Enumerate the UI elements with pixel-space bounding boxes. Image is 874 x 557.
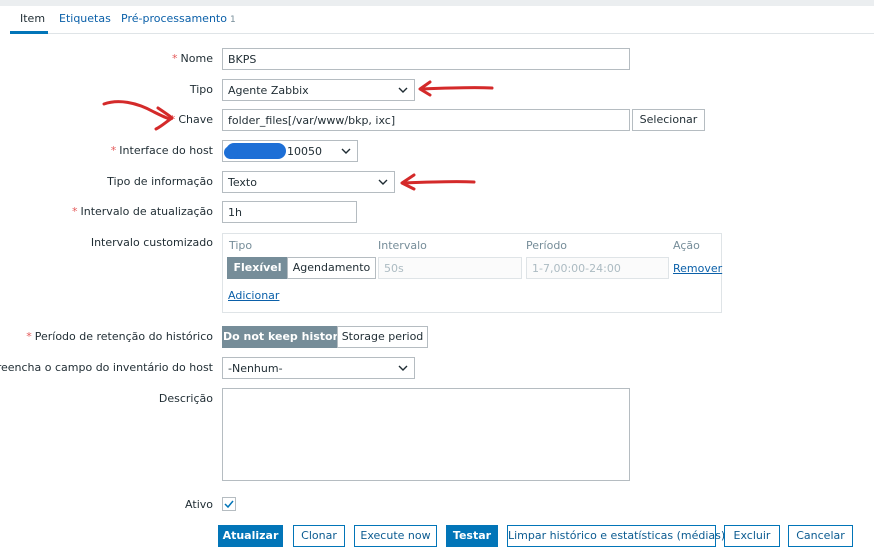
key-input[interactable]: folder_files[/var/www/bkp, ixc] (222, 109, 630, 131)
key-label: * Chave (169, 113, 213, 126)
tab-preprocessing-label: Pré-processamento (121, 12, 227, 25)
storage-period-toggle[interactable]: Storage period (337, 326, 428, 348)
interface-port: 10050 (287, 145, 322, 158)
col-header-period: Período (526, 239, 568, 252)
update-button[interactable]: Atualizar (218, 525, 283, 547)
enabled-checkbox[interactable] (222, 497, 236, 511)
no-history-toggle[interactable]: Do not keep history (222, 326, 345, 348)
chevron-down-icon (398, 365, 408, 371)
col-header-type: Tipo (229, 239, 253, 252)
chevron-down-icon (398, 87, 408, 93)
type-select-value: Agente Zabbix (228, 84, 309, 97)
info-type-value: Texto (228, 176, 257, 189)
clear-history-button[interactable]: Limpar histórico e estatísticas (médias) (507, 525, 725, 547)
custom-interval-label: Intervalo customizado (90, 236, 213, 249)
required-marker: * (26, 330, 32, 343)
col-header-interval: Intervalo (378, 239, 427, 252)
scheduling-toggle[interactable]: Agendamento (287, 257, 376, 279)
name-input[interactable]: BKPS (222, 48, 630, 70)
description-label: Descrição (158, 392, 213, 405)
tab-tags[interactable]: Etiquetas (59, 12, 111, 25)
inventory-value: -Nenhum- (228, 362, 283, 375)
description-textarea[interactable] (222, 388, 630, 481)
annotation-arrow-icon (418, 80, 494, 97)
enabled-label: Ativo (185, 498, 213, 511)
required-marker: * (172, 52, 178, 65)
interface-label: * Interface do host (110, 144, 213, 157)
update-interval-label: * Intervalo de atualização (71, 205, 213, 218)
custom-intervals-table: Tipo Intervalo Período Ação Flexível Age… (222, 233, 722, 313)
type-label: Tipo (189, 83, 213, 96)
select-key-button[interactable]: Selecionar (632, 109, 705, 131)
info-type-label: Tipo de informação (107, 175, 213, 188)
remove-link[interactable]: Remover (673, 262, 722, 275)
inventory-select[interactable]: -Nenhum- (222, 357, 415, 379)
update-interval-input[interactable]: 1h (222, 201, 357, 223)
history-label: * Período de retenção do histórico (26, 330, 213, 343)
add-interval-link[interactable]: Adicionar (228, 289, 279, 302)
inventory-label: Preencha o campo do inventário do host (0, 361, 213, 374)
tab-preprocessing[interactable]: Pré-processamento 1 (121, 12, 236, 25)
active-tab-indicator (10, 31, 48, 34)
delete-button[interactable]: Excluir (724, 525, 780, 547)
clone-button[interactable]: Clonar (293, 525, 345, 547)
tab-preprocessing-count: 1 (229, 15, 236, 25)
test-button[interactable]: Testar (446, 525, 498, 547)
period-input[interactable]: 1-7,00:00-24:00 (526, 257, 669, 279)
cancel-button[interactable]: Cancelar (788, 525, 853, 547)
required-marker: * (71, 205, 78, 218)
col-header-action: Ação (673, 239, 700, 252)
check-icon (224, 500, 234, 509)
annotation-arrow-icon (400, 173, 476, 191)
redaction-scribble (224, 146, 238, 159)
annotation-arrow-icon (102, 100, 174, 131)
execute-now-button[interactable]: Execute now (354, 525, 437, 547)
tab-bar: Item Etiquetas Pré-processamento 1 (10, 6, 874, 34)
name-label: * Nome (172, 52, 213, 65)
info-type-select[interactable]: Texto (222, 171, 395, 193)
chevron-down-icon (341, 148, 351, 154)
required-marker: * (110, 144, 117, 157)
chevron-down-icon (378, 179, 388, 185)
tab-item[interactable]: Item (20, 12, 45, 25)
type-select[interactable]: Agente Zabbix (222, 79, 415, 101)
flexible-toggle[interactable]: Flexível (227, 257, 288, 279)
interval-input[interactable]: 50s (378, 257, 522, 279)
required-marker: * (169, 113, 176, 126)
